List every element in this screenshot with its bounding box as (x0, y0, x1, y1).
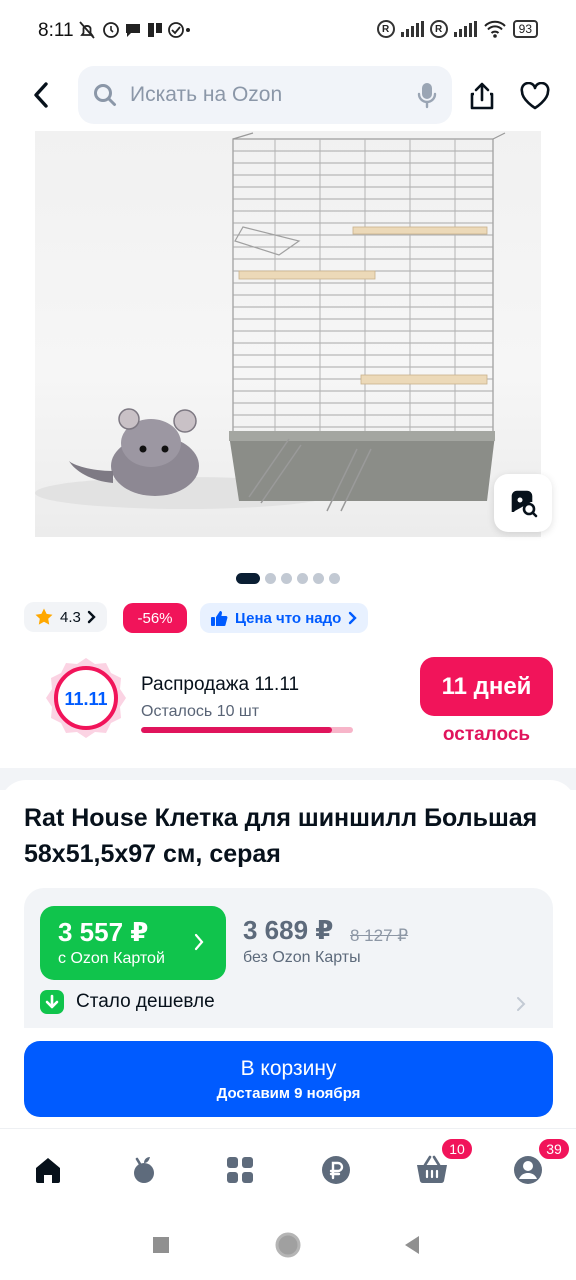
sale-title: Распродажа 11.11 (141, 674, 300, 695)
stock-progress-fill (141, 727, 332, 733)
status-bar: 8:11 R R 93 (0, 0, 576, 62)
favorite-button[interactable] (516, 78, 554, 114)
battery-indicator: 93 (512, 20, 538, 38)
share-button[interactable] (464, 78, 500, 114)
sale-logo: 11.11 (44, 656, 128, 740)
days-left-badge[interactable]: 11 дней (420, 657, 553, 716)
delivery-date: Доставим 9 ноября (216, 1085, 361, 1102)
profile-notification-badge: 39 (537, 1137, 571, 1161)
nav-home[interactable] (30, 1152, 66, 1188)
good-price-label: Цена что надо (235, 609, 342, 627)
image-search-icon (511, 490, 538, 518)
home-circle-icon[interactable] (274, 1231, 302, 1259)
pagination-dot-active[interactable] (236, 573, 260, 584)
heart-icon (520, 82, 550, 110)
star-icon (35, 608, 53, 625)
price-drop-row[interactable]: Стало дешевле (40, 990, 215, 1014)
signal-icon (453, 21, 477, 37)
thumbs-up-icon (211, 611, 228, 626)
catalog-icon (227, 1157, 253, 1183)
microphone-icon[interactable] (416, 81, 438, 109)
nav-catalog[interactable] (222, 1152, 258, 1188)
stock-remaining: Осталось 10 шт (141, 703, 260, 720)
old-price: 8 127 ₽ (350, 926, 409, 945)
roaming-icon: R (376, 20, 395, 38)
card-price: 3 557 ₽ (58, 917, 149, 947)
pagination-dot[interactable] (265, 573, 276, 584)
fresh-icon (134, 1157, 154, 1183)
status-time: 8:11 (38, 20, 74, 41)
chevron-right-icon (194, 933, 204, 951)
price-drop-label: Стало дешевле (76, 991, 215, 1012)
search-placeholder: Искать на Ozon (130, 83, 283, 106)
days-left-caption: осталось (442, 724, 531, 745)
rating-value: 4.3 (60, 608, 81, 626)
home-icon (36, 1158, 60, 1183)
product-image[interactable] (35, 131, 541, 537)
nav-finance[interactable] (318, 1152, 354, 1188)
search-icon (94, 84, 116, 106)
wifi-icon (483, 20, 506, 38)
discount-badge: -56% (123, 603, 187, 633)
back-arrow-icon (34, 82, 48, 108)
recent-apps-icon[interactable] (152, 1236, 170, 1254)
nav-fresh[interactable] (126, 1152, 162, 1188)
share-icon (470, 82, 494, 110)
rating-badge[interactable]: 4.3 (24, 602, 107, 632)
product-title: Rat House Клетка для шиншилл Большая 58x… (24, 804, 538, 868)
card-price-caption: с Ozon Картой (58, 950, 165, 967)
regular-price: 3 689 ₽ (243, 915, 334, 945)
ruble-icon (322, 1156, 350, 1184)
stock-progress-bar (141, 727, 353, 733)
pagination-dot[interactable] (313, 573, 324, 584)
regular-price-caption: без Ozon Карты (243, 949, 361, 966)
bottom-navigation (0, 1128, 576, 1210)
pagination-dot[interactable] (281, 573, 292, 584)
add-to-cart-button[interactable]: В корзину Доставим 9 ноября (24, 1041, 553, 1117)
system-navigation-bar (0, 1210, 576, 1280)
cart-icon (417, 1155, 447, 1184)
chevron-right-icon (87, 610, 96, 624)
pagination-dot[interactable] (329, 573, 340, 584)
ozon-card-price-button[interactable]: 3 557 ₽ с Ozon Картой (40, 906, 226, 980)
system-indicators: R R 93 (376, 20, 538, 38)
profile-icon (514, 1156, 542, 1184)
search-input[interactable]: Искать на Ozon (78, 66, 452, 124)
chevron-right-icon (349, 611, 358, 625)
sale-logo-text: 11.11 (64, 689, 107, 709)
add-to-cart-label: В корзину (240, 1057, 337, 1080)
find-similar-button[interactable] (494, 474, 552, 532)
back-triangle-icon[interactable] (403, 1235, 421, 1255)
pagination-dot[interactable] (297, 573, 308, 584)
signal-icon (400, 21, 424, 37)
gallery-pagination (236, 573, 340, 584)
roaming-icon: R (429, 20, 448, 38)
notification-icons (78, 20, 190, 45)
chevron-right-icon (517, 997, 526, 1011)
cage-illustration (35, 132, 506, 512)
arrow-down-icon (40, 990, 64, 1014)
cart-count-badge: 10 (440, 1137, 474, 1161)
good-price-badge[interactable]: Цена что надо (200, 603, 369, 633)
back-button[interactable] (24, 78, 58, 112)
